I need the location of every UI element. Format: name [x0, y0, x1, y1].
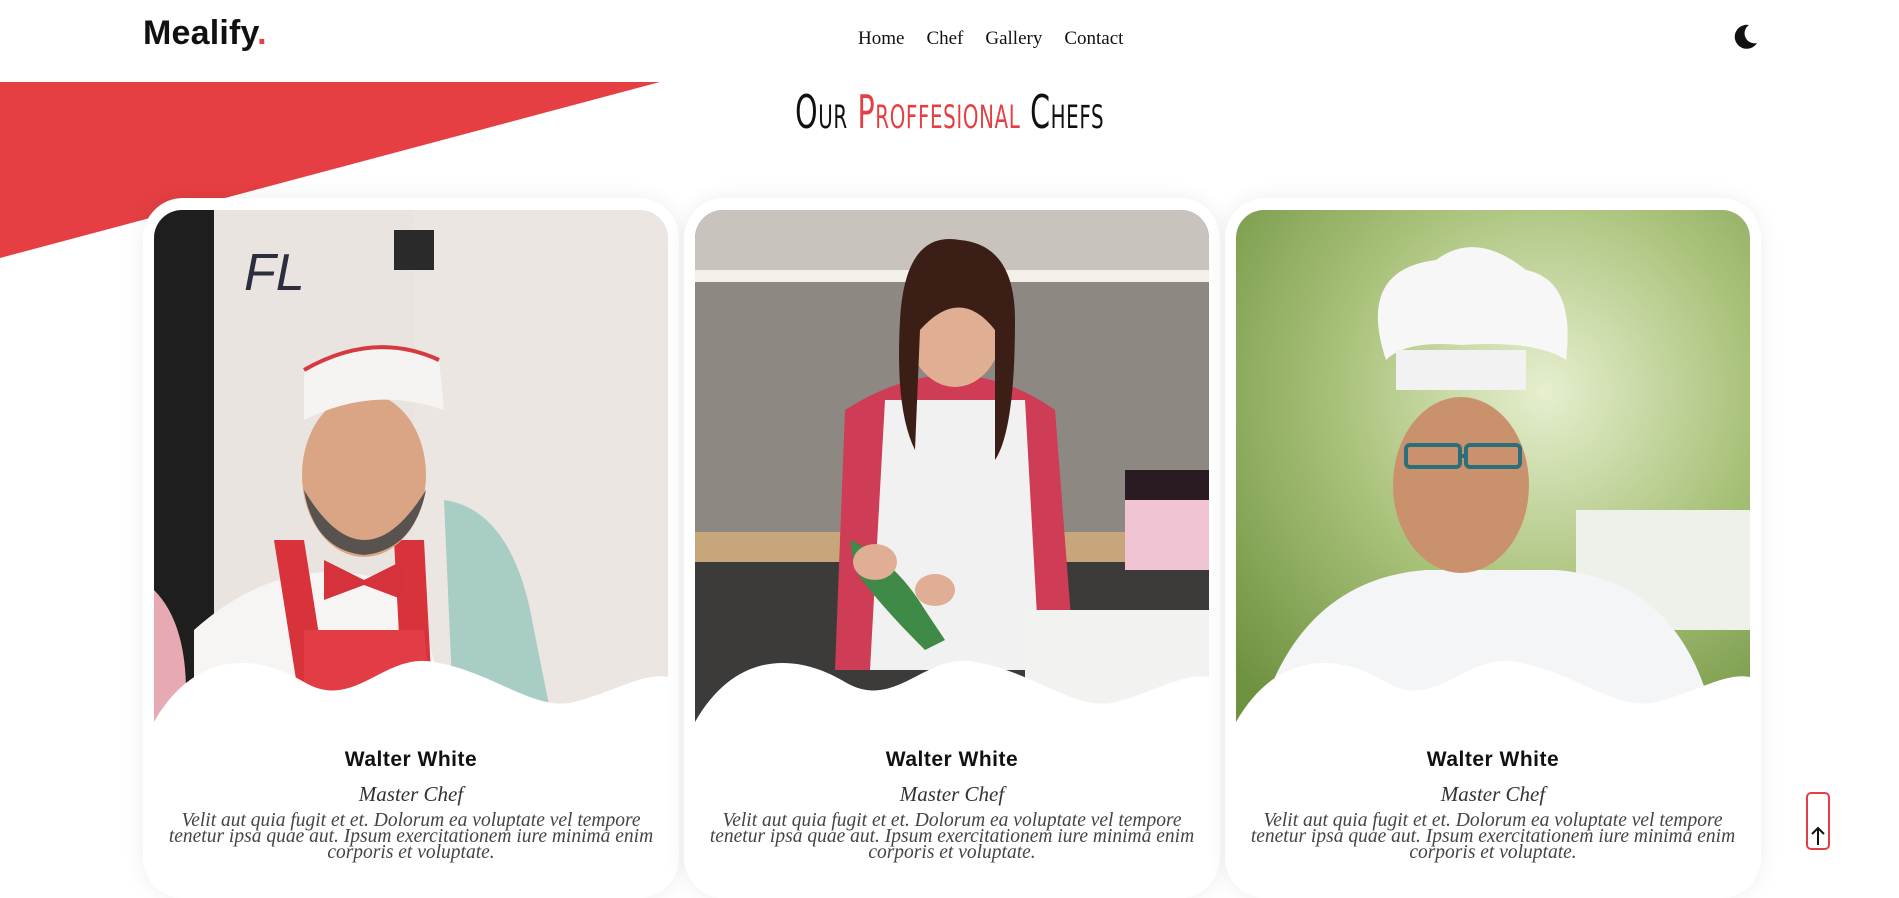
nav-chef[interactable]: Chef [926, 28, 963, 50]
svg-text:FL: FL [244, 244, 305, 302]
title-part-accent: Proffesional [857, 85, 1021, 139]
chef-name: Walter White [885, 748, 1019, 771]
wave-divider [1236, 660, 1750, 732]
chef-name: Walter White [1426, 748, 1560, 771]
scroll-to-top-button[interactable] [1806, 792, 1830, 850]
chef-card: Walter White Master Chef Velit aut quia … [684, 198, 1220, 898]
chef-card: Walter White Master Chef Velit aut quia … [1225, 198, 1761, 898]
brand-name: Mealify [143, 14, 258, 52]
moon-icon [1734, 24, 1757, 49]
chef-role: Master Chef [1440, 782, 1546, 806]
brand-logo[interactable]: Mealify. [143, 14, 267, 53]
chef-card: FL Walter White Master Chef Velit aut qu… [143, 198, 679, 898]
wave-divider [154, 660, 668, 732]
chef-description: Velit aut quia fugit et et. Dolorum ea v… [168, 810, 654, 863]
title-part-our: Our [795, 85, 848, 139]
nav-gallery[interactable]: Gallery [985, 28, 1042, 50]
title-part-chefs: Chefs [1030, 85, 1105, 139]
chef-description: Velit aut quia fugit et et. Dolorum ea v… [1250, 810, 1736, 863]
main-nav: Home Chef Gallery Contact [858, 28, 1123, 50]
nav-contact[interactable]: Contact [1064, 28, 1123, 50]
arrow-up-icon [1811, 826, 1825, 845]
wave-divider [695, 660, 1209, 732]
nav-home[interactable]: Home [858, 28, 904, 50]
section-title: Our Proffesional Chefs [361, 85, 1538, 139]
chef-description: Velit aut quia fugit et et. Dolorum ea v… [709, 810, 1195, 863]
chef-role: Master Chef [358, 782, 464, 806]
chef-name: Walter White [344, 748, 478, 771]
theme-toggle-button[interactable] [1730, 22, 1760, 52]
brand-dot: . [257, 14, 267, 52]
chef-role: Master Chef [899, 782, 1005, 806]
